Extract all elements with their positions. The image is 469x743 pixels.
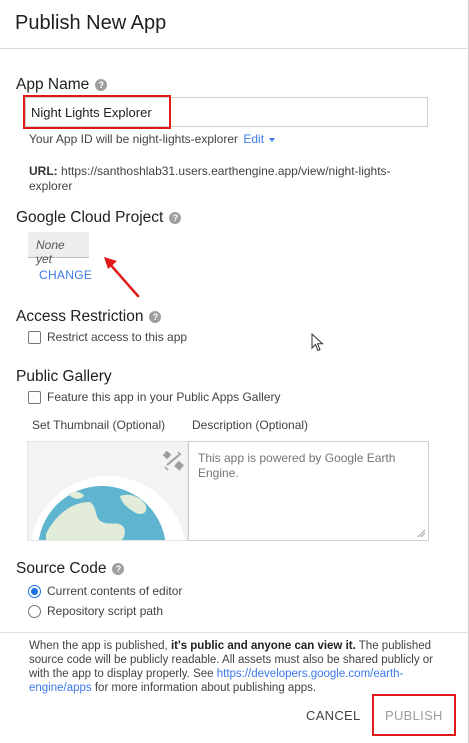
publish-notice: When the app is published, it's public a… [29, 639, 449, 695]
notice-text-3: for more information about publishing ap… [91, 682, 317, 694]
access-heading-label: Access Restriction [16, 308, 144, 325]
publish-app-dialog: Publish New App App Name ? Night Lights … [0, 0, 469, 743]
restrict-access-label: Restrict access to this app [47, 330, 188, 344]
source-option-repository[interactable]: Repository script path [28, 604, 163, 618]
publish-button[interactable]: PUBLISH [385, 708, 443, 723]
feature-gallery-row[interactable]: Feature this app in your Public Apps Gal… [28, 390, 280, 404]
restrict-access-checkbox[interactable] [28, 330, 41, 344]
help-icon[interactable]: ? [169, 212, 182, 224]
app-name-heading-label: App Name [16, 76, 90, 93]
url-label: URL: [29, 164, 58, 178]
change-project-button[interactable]: CHANGE [39, 268, 92, 282]
app-name-heading: App Name ? [16, 76, 108, 94]
red-arrow-annotation [104, 257, 140, 298]
help-icon[interactable]: ? [112, 563, 125, 575]
help-icon[interactable]: ? [149, 311, 162, 323]
public-gallery-heading: Public Gallery [16, 368, 112, 385]
feature-gallery-label: Feature this app in your Public Apps Gal… [47, 390, 281, 404]
description-textarea[interactable]: This app is powered by Google Earth Engi… [188, 441, 429, 541]
app-id-text: Your App ID will be night-lights-explore… [29, 132, 238, 146]
source-option-label: Repository script path [47, 604, 164, 618]
url-value: https://santhoshlab31.users.earthengine.… [29, 164, 391, 193]
chevron-down-icon[interactable] [269, 137, 276, 142]
resize-handle-icon[interactable] [417, 529, 426, 538]
notice-text-1: When the app is published, [29, 640, 171, 652]
restrict-access-row[interactable]: Restrict access to this app [28, 330, 187, 344]
radio-repository-path[interactable] [28, 604, 41, 618]
title-divider [0, 48, 469, 49]
source-option-label: Current contents of editor [47, 584, 183, 598]
globe-thumbnail-icon [31, 450, 185, 540]
cloud-project-heading-label: Google Cloud Project [16, 209, 164, 226]
app-url: URL: https://santhoshlab31.users.earthen… [29, 164, 419, 194]
dialog-title: Publish New App [15, 12, 167, 34]
access-restriction-heading: Access Restriction ? [16, 308, 162, 326]
cancel-button[interactable]: CANCEL [306, 708, 361, 723]
cloud-project-heading: Google Cloud Project ? [16, 209, 182, 227]
app-name-highlight-box [23, 95, 171, 129]
notice-bold: it's public and anyone can view it. [170, 640, 356, 652]
app-id-line: Your App ID will be night-lights-explore… [29, 132, 276, 146]
footer-divider [0, 632, 469, 633]
cloud-project-value: None yet [28, 232, 89, 266]
source-code-heading-label: Source Code [16, 560, 107, 577]
thumbnail-label: Set Thumbnail (Optional) [32, 418, 166, 432]
description-label: Description (Optional) [192, 418, 309, 432]
description-text: This app is powered by Google Earth Engi… [198, 451, 396, 480]
source-code-heading: Source Code ? [16, 560, 125, 578]
feature-gallery-checkbox[interactable] [28, 390, 41, 404]
source-option-editor[interactable]: Current contents of editor [28, 584, 182, 598]
radio-current-editor[interactable] [28, 584, 41, 598]
thumbnail-picker[interactable] [27, 441, 188, 541]
help-icon[interactable]: ? [95, 79, 108, 91]
edit-app-id-link[interactable]: Edit [243, 132, 264, 146]
mouse-cursor-icon [311, 333, 324, 352]
